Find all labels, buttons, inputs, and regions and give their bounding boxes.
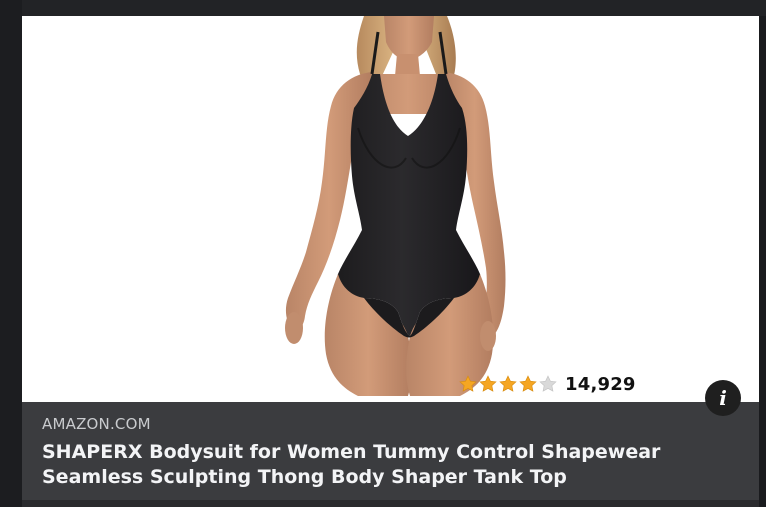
info-button[interactable]: i: [705, 380, 741, 416]
product-rating: 14,929: [458, 372, 636, 396]
ad-frame: 14,929 i AMAZON.COM SHAPERX Bodysuit for…: [0, 0, 766, 507]
review-count: 14,929: [565, 373, 636, 395]
left-gutter: [0, 0, 22, 507]
right-gutter: [759, 16, 766, 507]
star-filled-icon: [519, 375, 537, 392]
info-icon: i: [719, 386, 727, 410]
top-gutter: [22, 0, 766, 16]
product-image[interactable]: 14,929 i: [22, 16, 759, 416]
star-filled-icon: [479, 375, 497, 392]
ad-caption[interactable]: AMAZON.COM SHAPERX Bodysuit for Women Tu…: [22, 402, 759, 500]
product-photo-illustration: [285, 16, 506, 396]
product-ad-card[interactable]: 14,929 i AMAZON.COM SHAPERX Bodysuit for…: [22, 16, 759, 500]
star-filled-icon: [459, 375, 477, 392]
bottom-gutter: [22, 500, 759, 507]
star-filled-icon: [499, 375, 517, 392]
ad-title[interactable]: SHAPERX Bodysuit for Women Tummy Control…: [42, 440, 732, 490]
star-rating: [458, 374, 558, 394]
ad-source: AMAZON.COM: [42, 415, 151, 433]
star-empty-icon: [539, 375, 557, 392]
